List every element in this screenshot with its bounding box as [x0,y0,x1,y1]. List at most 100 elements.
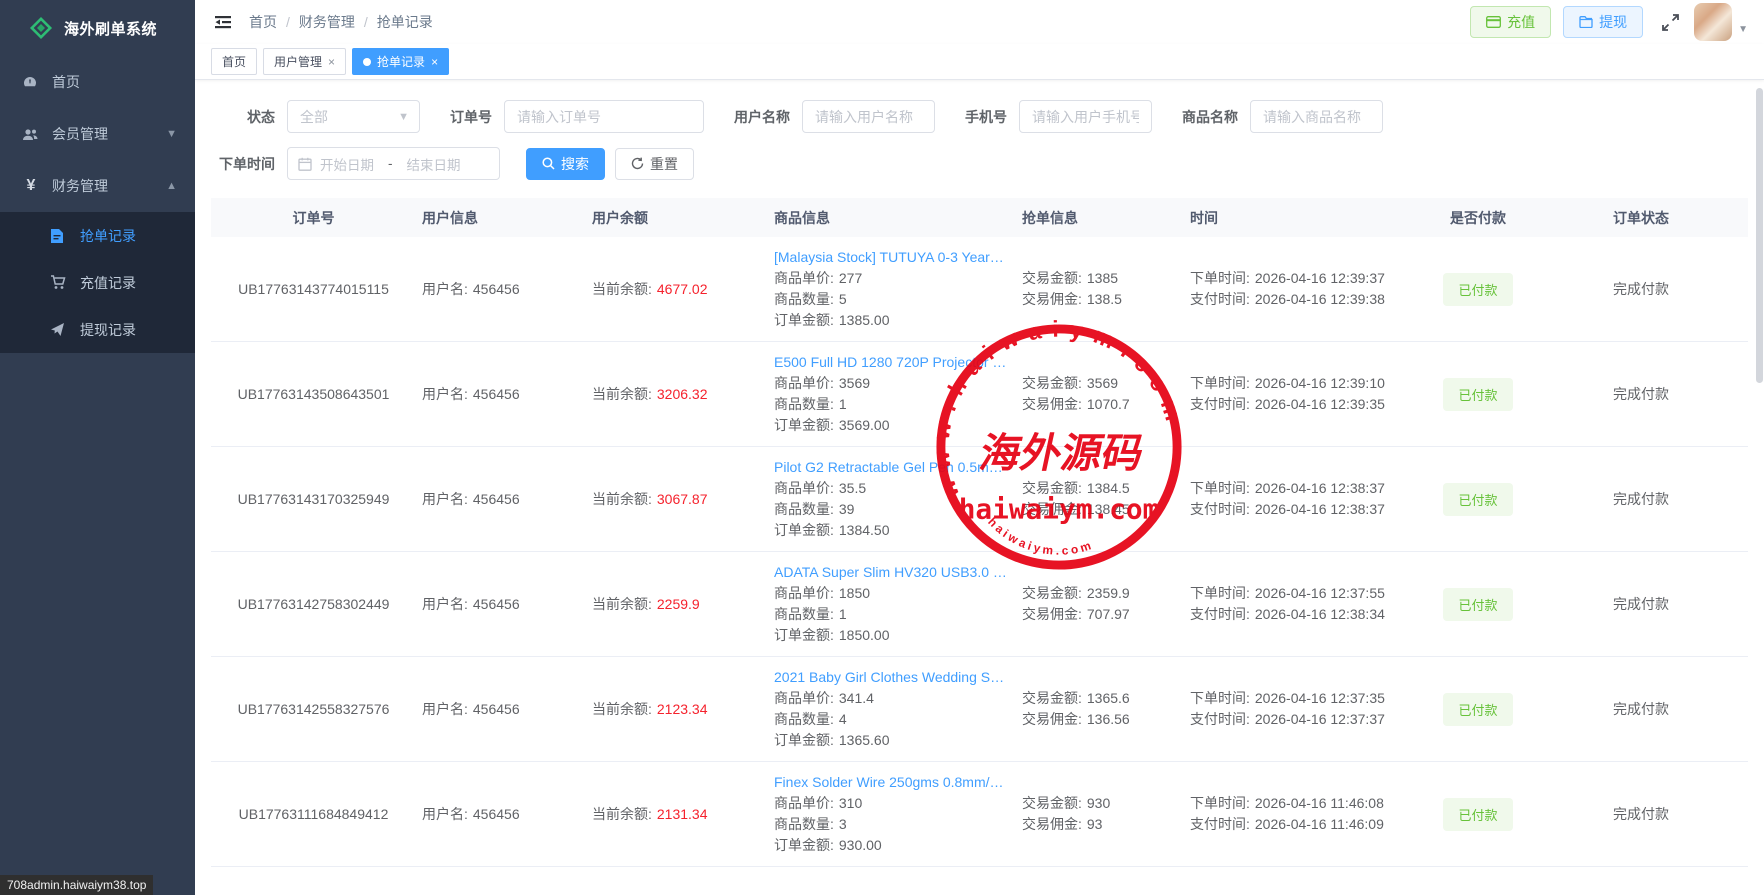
logo[interactable]: 海外刷单系统 [0,0,195,56]
quantity-label: 商品数量: [774,814,834,835]
order-amount-value: 1365.60 [839,730,890,751]
cell-user-info: 用户名:456456 [416,374,586,415]
sidebar-item-home[interactable]: 首页 [0,56,195,108]
sidebar-item-finance[interactable]: ¥ 财务管理 ▲ [0,160,195,212]
cell-product-info: Pilot G2 Retractable Gel Pen 0.5mm 9... … [768,447,1016,551]
order-amount-value: 1850.00 [839,625,890,646]
reset-button[interactable]: 重置 [615,148,694,180]
bank-card-icon [1486,16,1501,28]
col-header-status: 订单状态 [1534,208,1748,228]
product-link[interactable]: Finex Solder Wire 250gms 0.8mm/1.0... [774,772,1010,793]
order-time-label: 下单时间: [1190,583,1250,604]
col-header-balance: 用户余额 [586,208,768,228]
order-amount-label: 订单金额: [774,625,834,646]
product-link[interactable]: Pilot G2 Retractable Gel Pen 0.5mm 9... [774,457,1010,478]
withdraw-button-label: 提现 [1599,12,1627,32]
tab-label: 首页 [222,53,246,70]
commission-label: 交易佣金: [1022,499,1082,520]
breadcrumb-home[interactable]: 首页 [249,12,277,32]
tab-label: 用户管理 [274,53,322,70]
date-range-picker[interactable]: 开始日期 - 结束日期 [287,147,500,180]
vertical-scrollbar[interactable] [1756,88,1763,888]
tab-user-management[interactable]: 用户管理 × [263,48,346,75]
trade-amount-value: 1385 [1087,268,1118,289]
paid-badge: 已付款 [1443,588,1512,621]
calendar-icon [298,157,312,171]
product-link[interactable]: E500 Full HD 1280 720P Projector 380... [774,352,1010,373]
cell-order-no: UB17763143508643501 [211,376,416,412]
cell-status: 完成付款 [1534,269,1748,309]
cell-status: 完成付款 [1534,794,1748,834]
pay-time-label: 支付时间: [1190,289,1250,310]
search-button-label: 搜索 [561,154,589,174]
username-label: 用户名: [422,384,468,405]
commission-value: 93 [1087,814,1103,835]
recharge-button[interactable]: 充值 [1470,6,1551,38]
unit-price-label: 商品单价: [774,478,834,499]
unit-price-value: 35.5 [839,478,866,499]
product-input[interactable] [1250,100,1383,133]
cell-paid: 已付款 [1422,263,1534,316]
tab-label: 抢单记录 [377,53,425,70]
dashboard-icon [22,74,40,90]
cell-user-info: 用户名:456456 [416,269,586,310]
order-time-value: 2026-04-16 12:39:37 [1255,268,1385,289]
order-time-label: 下单时间: [1190,688,1250,709]
sidebar-item-recharge-records[interactable]: 充值记录 [0,259,195,306]
cell-time: 下单时间:2026-04-16 11:46:08 支付时间:2026-04-16… [1184,783,1422,845]
status-filter-label: 状态 [247,107,275,127]
fullscreen-icon[interactable] [1661,13,1680,32]
cell-paid: 已付款 [1422,578,1534,631]
order-amount-label: 订单金额: [774,730,834,751]
commission-label: 交易佣金: [1022,709,1082,730]
table-row: UB17763142758302449 用户名:456456 当前余额:2259… [211,552,1748,657]
product-link[interactable]: ADATA Super Slim HV320 USB3.0 Ext... [774,562,1010,583]
col-header-grab-info: 抢单信息 [1016,208,1184,228]
pay-time-label: 支付时间: [1190,394,1250,415]
balance-label: 当前余额: [592,489,652,510]
sidebar-item-withdraw-records[interactable]: 提现记录 [0,306,195,353]
close-icon[interactable]: × [328,56,335,68]
paid-badge: 已付款 [1443,483,1512,516]
sidebar-item-grab-records[interactable]: 抢单记录 [0,212,195,259]
cell-product-info: [Malaysia Stock] TUTUYA 0-3 Years Ol... … [768,237,1016,341]
document-icon [50,228,68,244]
username-input[interactable] [802,100,935,133]
scrollbar-thumb[interactable] [1756,88,1763,383]
avatar[interactable] [1694,3,1732,41]
sidebar-fold-icon[interactable] [213,12,233,32]
table-row: UB17763143170325949 用户名:456456 当前余额:3067… [211,447,1748,552]
breadcrumb: 首页 / 财务管理 / 抢单记录 [249,12,433,32]
trade-amount-value: 1365.6 [1087,688,1130,709]
cell-grab-info: 交易金额:1384.5 交易佣金:138.45 [1016,468,1184,530]
chevron-down-icon: ▼ [166,128,177,140]
close-icon[interactable]: × [431,56,438,68]
pay-time-value: 2026-04-16 11:46:09 [1255,814,1384,835]
tab-grab-records[interactable]: 抢单记录 × [352,48,449,75]
status-select[interactable]: 全部 ▼ [287,100,420,133]
finance-submenu: 抢单记录 充值记录 提现记录 [0,212,195,353]
breadcrumb-separator: / [364,14,368,30]
breadcrumb-finance[interactable]: 财务管理 [299,12,355,32]
product-link[interactable]: [Malaysia Stock] TUTUYA 0-3 Years Ol... [774,247,1010,268]
main-area: 首页 / 财务管理 / 抢单记录 充值 提现 [195,0,1764,895]
tab-home[interactable]: 首页 [211,48,257,75]
caret-down-icon[interactable]: ▼ [1738,24,1748,35]
quantity-label: 商品数量: [774,604,834,625]
balance-value: 2131.34 [657,804,708,825]
status-url-tooltip: 708admin.haiwaiym38.top [0,875,153,895]
col-header-user-info: 用户信息 [416,208,586,228]
withdraw-button[interactable]: 提现 [1563,6,1643,38]
product-link[interactable]: 2021 Baby Girl Clothes Wedding Sequi... [774,667,1010,688]
order-amount-value: 3569.00 [839,415,890,436]
orders-table: 订单号 用户信息 用户余额 商品信息 抢单信息 时间 是否付款 订单状态 UB1… [211,198,1748,867]
cell-time: 下单时间:2026-04-16 12:37:35 支付时间:2026-04-16… [1184,678,1422,740]
search-button[interactable]: 搜索 [526,148,605,180]
username-value: 456456 [473,699,520,720]
sidebar-item-members[interactable]: 会员管理 ▼ [0,108,195,160]
phone-input[interactable] [1019,100,1152,133]
sidebar-item-label: 会员管理 [52,124,108,144]
order-no-input[interactable] [504,100,704,133]
phone-filter-label: 手机号 [965,107,1007,127]
sidebar-menu: 首页 会员管理 ▼ ¥ 财务管理 ▲ 抢单记录 [0,56,195,353]
